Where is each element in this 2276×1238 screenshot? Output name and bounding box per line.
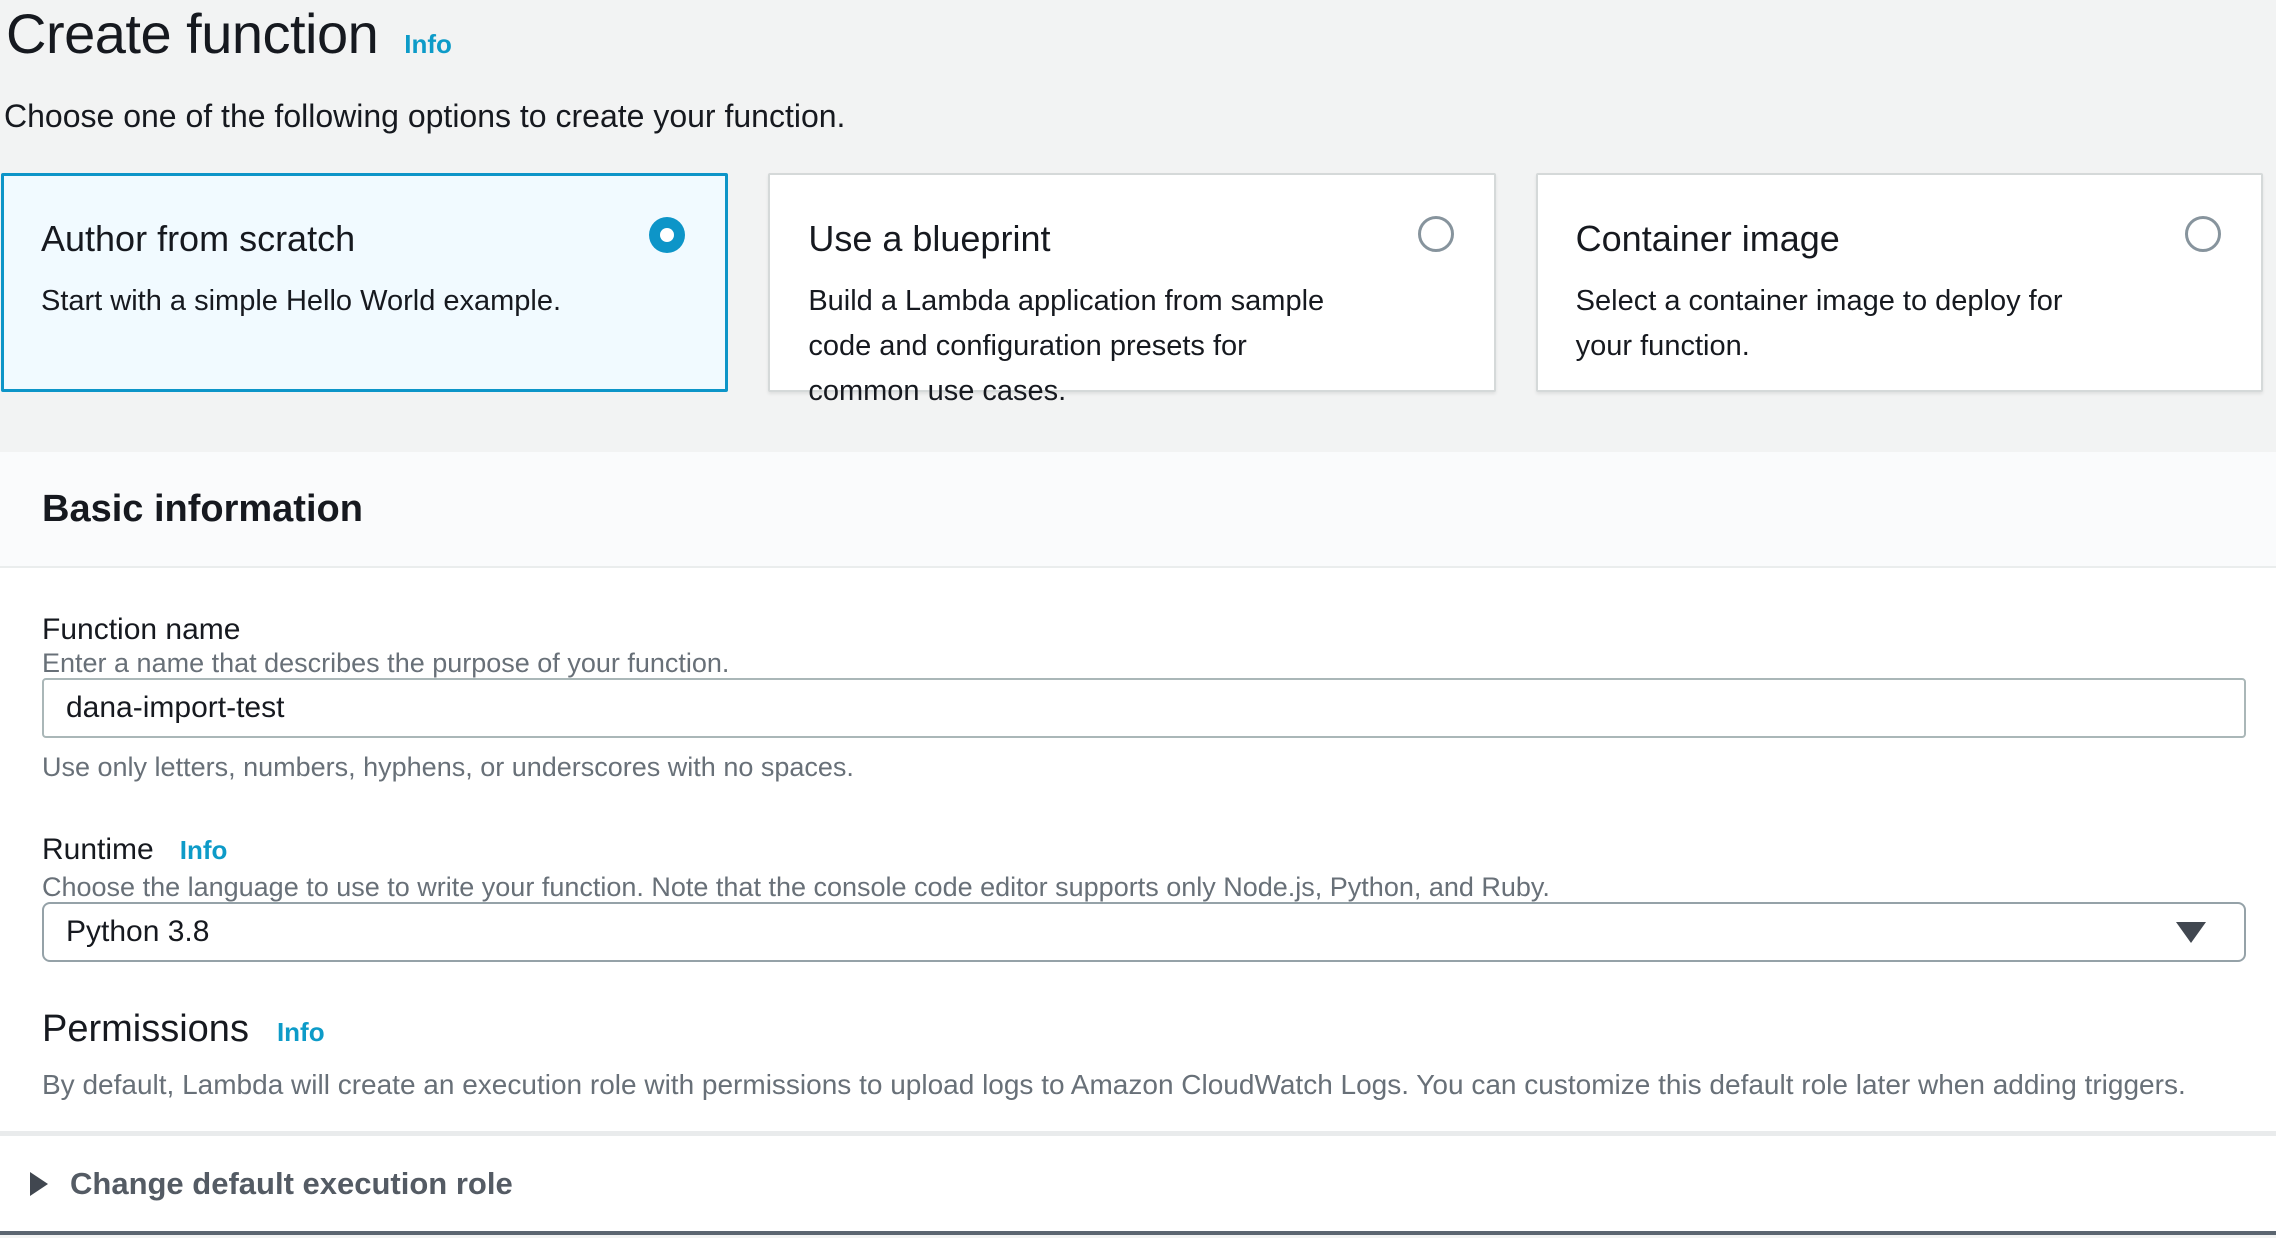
permissions-info-link[interactable]: Info (277, 1017, 325, 1048)
basic-information-panel: Basic information Function name Enter a … (0, 452, 2276, 1235)
option-card-description: Build a Lambda application from sample c… (808, 279, 1453, 414)
option-card-author-from-scratch[interactable]: Author from scratch Start with a simple … (1, 173, 728, 392)
runtime-field: Runtime Info Choose the language to use … (42, 832, 2246, 962)
radio-unselected-icon[interactable] (2185, 216, 2221, 252)
function-name-input[interactable] (42, 678, 2246, 738)
basic-information-heading: Basic information (42, 488, 363, 531)
function-name-description: Enter a name that describes the purpose … (42, 648, 2246, 678)
radio-unselected-icon[interactable] (1418, 216, 1454, 252)
page-title-info-link[interactable]: Info (404, 29, 452, 60)
runtime-label: Runtime (42, 832, 154, 868)
function-name-field: Function name Enter a name that describe… (42, 612, 2246, 782)
creation-option-cards: Author from scratch Start with a simple … (1, 173, 2263, 392)
change-default-execution-role-expander[interactable]: Change default execution role (0, 1136, 2276, 1231)
permissions-heading: Permissions (42, 1008, 249, 1051)
permissions-section: Permissions Info By default, Lambda will… (42, 1008, 2246, 1101)
option-card-title: Author from scratch (41, 217, 686, 261)
runtime-selected-value: Python 3.8 (66, 915, 209, 949)
runtime-info-link[interactable]: Info (180, 835, 228, 866)
function-name-label: Function name (42, 612, 2246, 648)
page-header: Create function Info (0, 0, 2276, 66)
option-card-use-a-blueprint[interactable]: Use a blueprint Build a Lambda applicati… (768, 173, 1495, 392)
runtime-description: Choose the language to use to write your… (42, 872, 2246, 902)
basic-information-header: Basic information (0, 452, 2276, 568)
option-card-description: Select a container image to deploy for y… (1576, 279, 2221, 369)
basic-information-body: Function name Enter a name that describe… (0, 568, 2276, 1131)
chevron-down-icon (2176, 922, 2206, 943)
permissions-description: By default, Lambda will create an execut… (42, 1069, 2246, 1101)
expand-caret-icon (30, 1172, 48, 1196)
runtime-select[interactable]: Python 3.8 (42, 902, 2246, 962)
option-card-title: Use a blueprint (808, 217, 1453, 261)
option-card-title: Container image (1576, 217, 2221, 261)
function-name-constraint: Use only letters, numbers, hyphens, or u… (42, 752, 2246, 782)
page-subtitle: Choose one of the following options to c… (4, 96, 2276, 136)
option-card-description: Start with a simple Hello World example. (41, 279, 686, 324)
option-card-container-image[interactable]: Container image Select a container image… (1536, 173, 2263, 392)
expander-label: Change default execution role (70, 1166, 513, 1202)
page-title: Create function (6, 2, 378, 66)
